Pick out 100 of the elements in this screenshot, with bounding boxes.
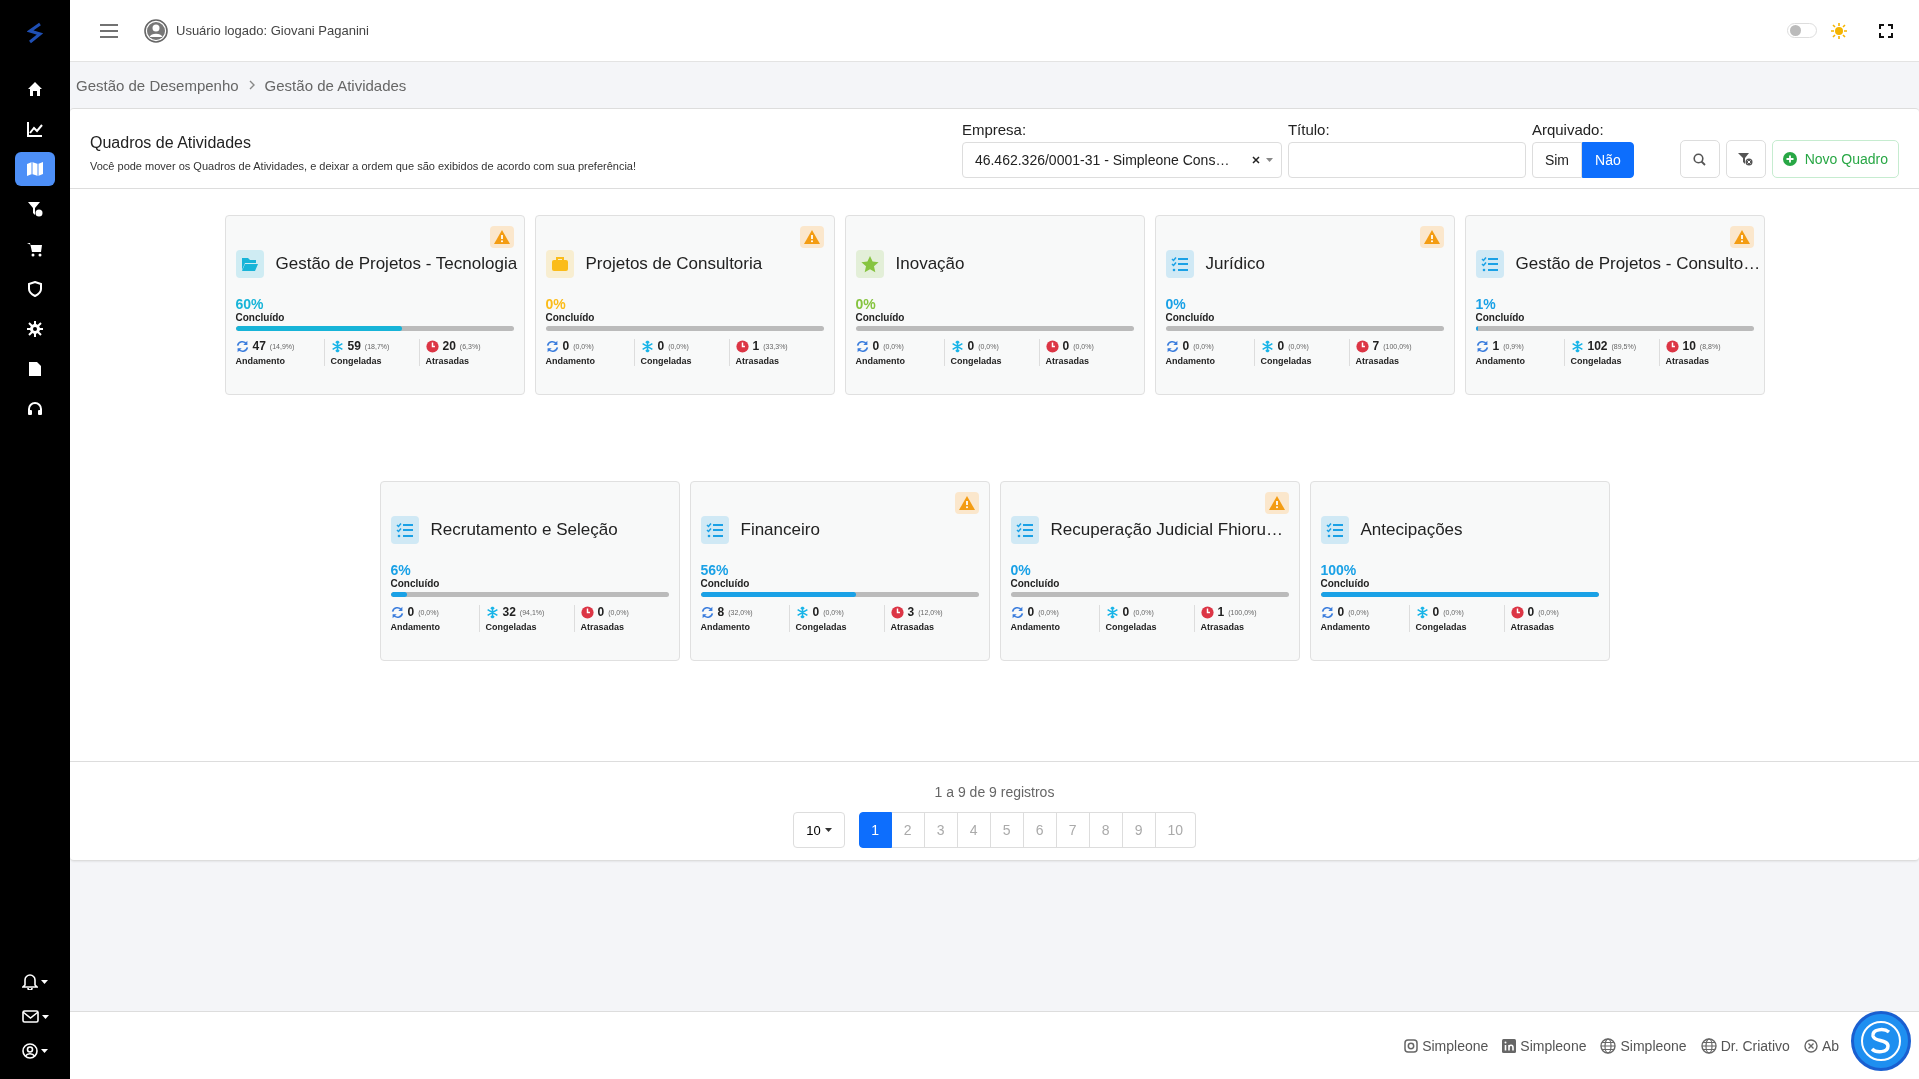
sun-icon (1831, 22, 1847, 39)
user-menu-button[interactable] (21, 1043, 49, 1059)
completion-percent: 0% (1010, 562, 1031, 578)
stat-count: 102 (1587, 339, 1608, 353)
stat-label: Andamento (1165, 356, 1215, 366)
close-circle-icon (1803, 1038, 1818, 1053)
messages-button[interactable] (21, 1010, 49, 1023)
board-title: Gestão de Projetos - Tecnologia (275, 254, 518, 274)
stat-label: Atrasadas (1510, 622, 1555, 632)
notifications-button[interactable] (21, 973, 49, 990)
stat-count: 0 (1182, 339, 1190, 353)
footer-link[interactable]: Ab (1803, 1037, 1839, 1054)
map-icon[interactable] (15, 152, 55, 186)
completion-label: Concluído (855, 312, 905, 323)
globe-icon (1600, 1037, 1617, 1054)
stat-count: 0 (1062, 339, 1070, 353)
stat-count: 3 (907, 605, 915, 619)
stat-label: Atrasadas (1045, 356, 1090, 366)
stat-count: 59 (347, 339, 361, 353)
stat-count: 10 (1682, 339, 1696, 353)
completion-percent: 1% (1475, 296, 1496, 312)
completion-label: Concluído (545, 312, 595, 323)
clock-icon (735, 339, 749, 353)
stat-count: 0 (407, 605, 415, 619)
archived-option[interactable]: Sim (1531, 142, 1583, 178)
refresh-icon (1320, 605, 1334, 619)
caret-icon (1265, 158, 1273, 162)
stat-count: 32 (502, 605, 516, 619)
completion-label: Concluído (700, 578, 750, 589)
plus-icon (1782, 152, 1797, 166)
snowflake-icon (1415, 605, 1429, 619)
clock-icon (1045, 339, 1059, 353)
stat-label: Congeladas (640, 356, 692, 366)
checklist-icon (1165, 250, 1194, 278)
archived-option[interactable]: Não (1582, 142, 1634, 178)
snowflake-icon (485, 605, 499, 619)
footer-link[interactable]: Dr. Criativo (1700, 1037, 1790, 1054)
stat-count: 1 (752, 339, 760, 353)
refresh-icon (1165, 339, 1179, 353)
breadcrumb-link[interactable]: Gestão de Desempenho (76, 76, 239, 94)
completion-percent: 0% (1165, 296, 1186, 312)
completion-label: Concluído (235, 312, 285, 323)
page-button[interactable]: 1 (858, 812, 892, 848)
clock-icon (425, 339, 439, 353)
filter-icon (1738, 152, 1754, 166)
title-input[interactable] (1287, 142, 1526, 178)
snowflake-icon (950, 339, 964, 353)
clock-icon (580, 605, 594, 619)
clear-icon[interactable] (1251, 156, 1260, 164)
theme-toggle[interactable] (1787, 23, 1817, 38)
snowflake-icon (330, 339, 344, 353)
completion-percent: 0% (855, 296, 876, 312)
globe-icon (1700, 1037, 1717, 1054)
search-button[interactable] (1679, 140, 1720, 178)
caret-icon (824, 828, 832, 832)
stat-label: Andamento (545, 356, 595, 366)
stat-count: 0 (597, 605, 605, 619)
completion-percent: 100% (1320, 562, 1357, 578)
stat-count: 1 (1217, 605, 1225, 619)
stat-label: Congeladas (1415, 622, 1467, 632)
stat-count: 0 (562, 339, 570, 353)
refresh-icon (1010, 605, 1024, 619)
stat-count: 7 (1372, 339, 1380, 353)
checklist-icon (700, 516, 729, 544)
caret-icon (41, 1014, 49, 1019)
footer-link[interactable]: Simpleone (1600, 1037, 1687, 1054)
company-select[interactable]: 46.462.326/0001-31 - Simpleone Cons… (961, 142, 1282, 178)
clock-icon (890, 605, 904, 619)
clock-icon (1665, 339, 1679, 353)
clock-icon (1200, 605, 1214, 619)
stat-label: Atrasadas (1355, 356, 1400, 366)
refresh-icon (855, 339, 869, 353)
stat-label: Andamento (1010, 622, 1060, 632)
clock-icon (1355, 339, 1369, 353)
refresh-icon (700, 605, 714, 619)
stat-label: Atrasadas (890, 622, 935, 632)
stat-label: Atrasadas (735, 356, 780, 366)
clock-icon (1510, 605, 1524, 619)
stat-label: Congeladas (1570, 356, 1622, 366)
menu-button[interactable] (100, 23, 118, 38)
logo-icon (27, 22, 43, 44)
footer-link[interactable]: Simpleone (1404, 1037, 1489, 1054)
page-size-select[interactable]: 10 (793, 812, 845, 848)
briefcase-icon (545, 250, 574, 278)
stat-count: 0 (812, 605, 820, 619)
footer-link[interactable]: Simpleone (1502, 1037, 1587, 1054)
caret-icon (40, 979, 48, 984)
board-title: Antecipações (1360, 520, 1463, 540)
stat-label: Andamento (390, 622, 440, 632)
chevron-icon (248, 80, 255, 90)
stat-label: Andamento (700, 622, 750, 632)
completion-percent: 60% (235, 296, 264, 312)
snowflake-icon (795, 605, 809, 619)
stat-label: Congeladas (1105, 622, 1157, 632)
breadcrumb-link[interactable]: Gestão de Atividades (264, 76, 407, 94)
completion-label: Concluído (1165, 312, 1215, 323)
clear-filter-button[interactable] (1725, 140, 1766, 178)
stat-label: Congeladas (950, 356, 1002, 366)
fullscreen-button[interactable] (1879, 23, 1893, 38)
checklist-icon (1010, 516, 1039, 544)
